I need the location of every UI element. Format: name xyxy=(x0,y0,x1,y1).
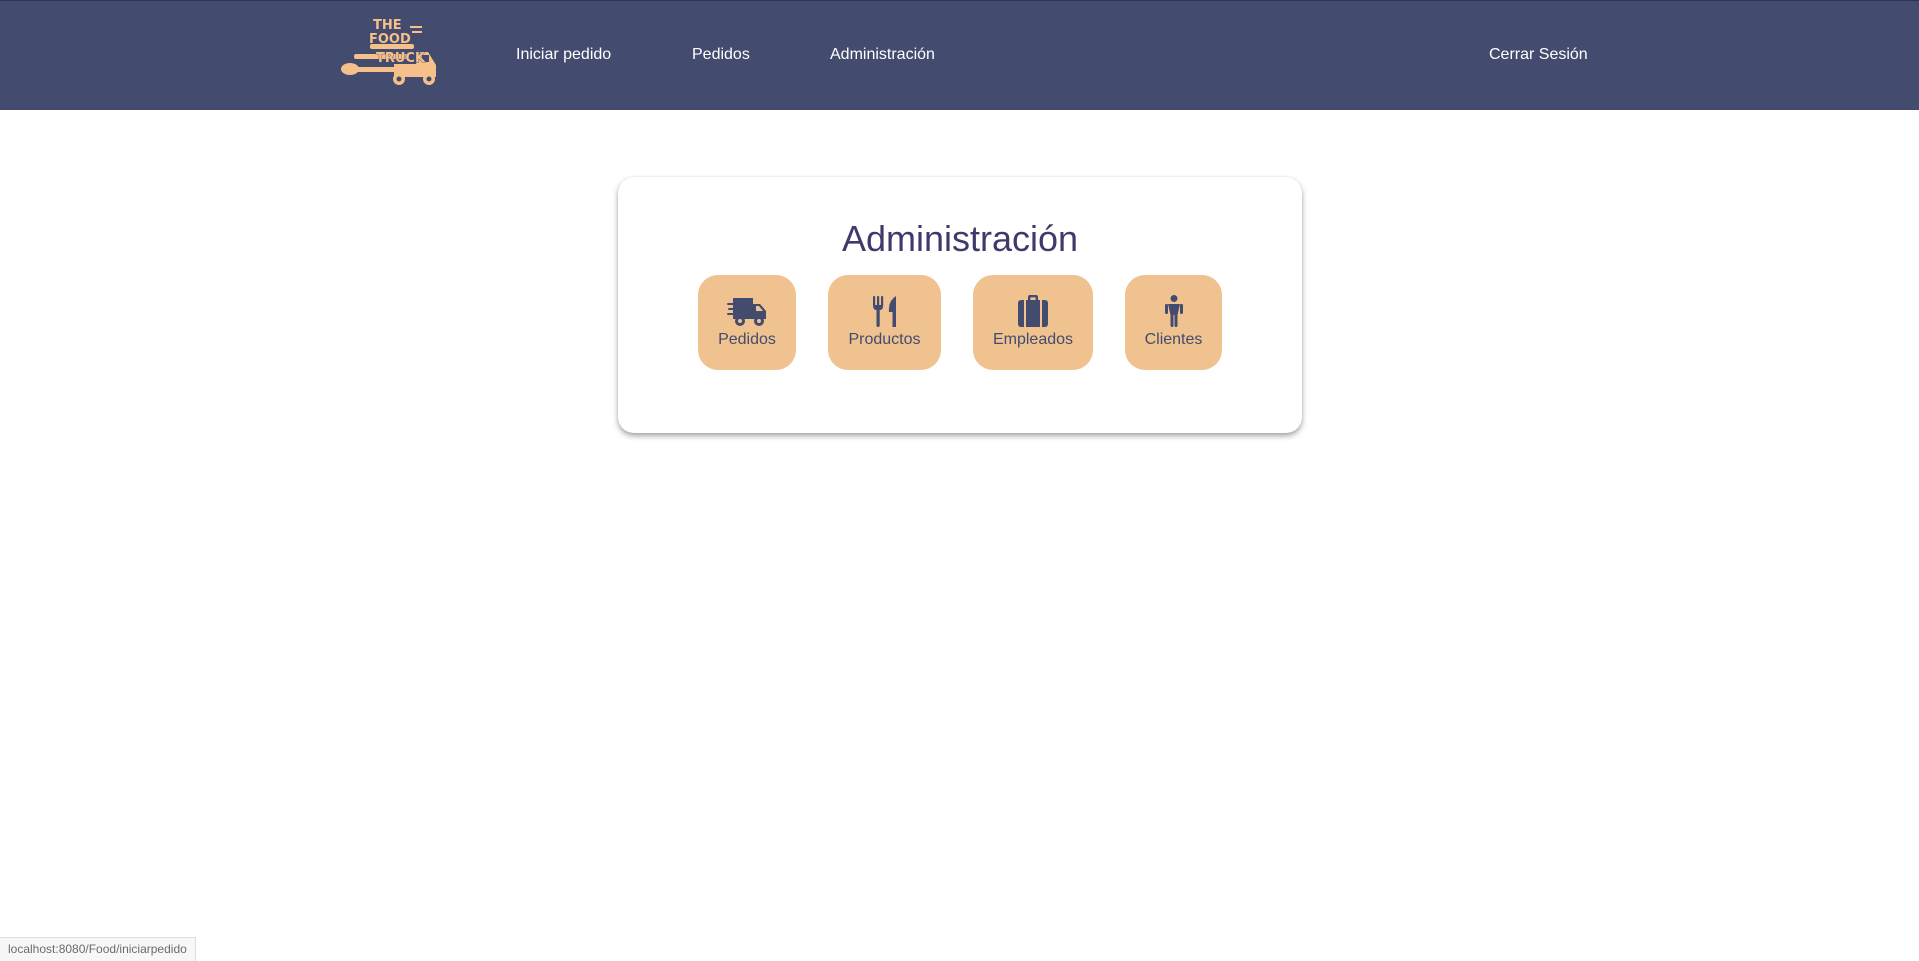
suitcase-icon xyxy=(1018,295,1048,327)
nav-pedidos[interactable]: Pedidos xyxy=(692,45,750,65)
admin-card: Administración Pedidos Productos Emplead… xyxy=(618,177,1302,433)
person-icon xyxy=(1164,295,1183,327)
page-title: Administración xyxy=(841,218,1079,259)
truck-fast-icon xyxy=(727,298,766,326)
tile-label: Productos xyxy=(848,331,921,348)
tile-clientes[interactable]: Clientes xyxy=(1125,275,1222,370)
nav-iniciar-pedido[interactable]: Iniciar pedido xyxy=(516,45,611,65)
status-bar-url: localhost:8080/Food/iniciarpedido xyxy=(0,937,196,961)
logo-text-food: FOOD xyxy=(369,32,411,47)
tile-empleados[interactable]: Empleados xyxy=(973,275,1093,370)
top-navbar: THE FOOD TRUCK Iniciar pedido Pedidos Ad… xyxy=(0,0,1919,110)
logout-link[interactable]: Cerrar Sesión xyxy=(1489,45,1588,65)
tile-pedidos[interactable]: Pedidos xyxy=(698,275,796,370)
utensils-icon xyxy=(872,296,896,327)
food-truck-logo[interactable]: THE FOOD TRUCK xyxy=(336,17,438,87)
logo-text-the: THE xyxy=(373,18,402,33)
tile-productos[interactable]: Productos xyxy=(828,275,941,370)
tile-label: Pedidos xyxy=(718,331,776,348)
tile-label: Empleados xyxy=(992,331,1074,348)
nav-administracion[interactable]: Administración xyxy=(830,45,935,65)
tile-label: Clientes xyxy=(1144,331,1203,348)
logo-text-truck: TRUCK xyxy=(376,51,426,66)
